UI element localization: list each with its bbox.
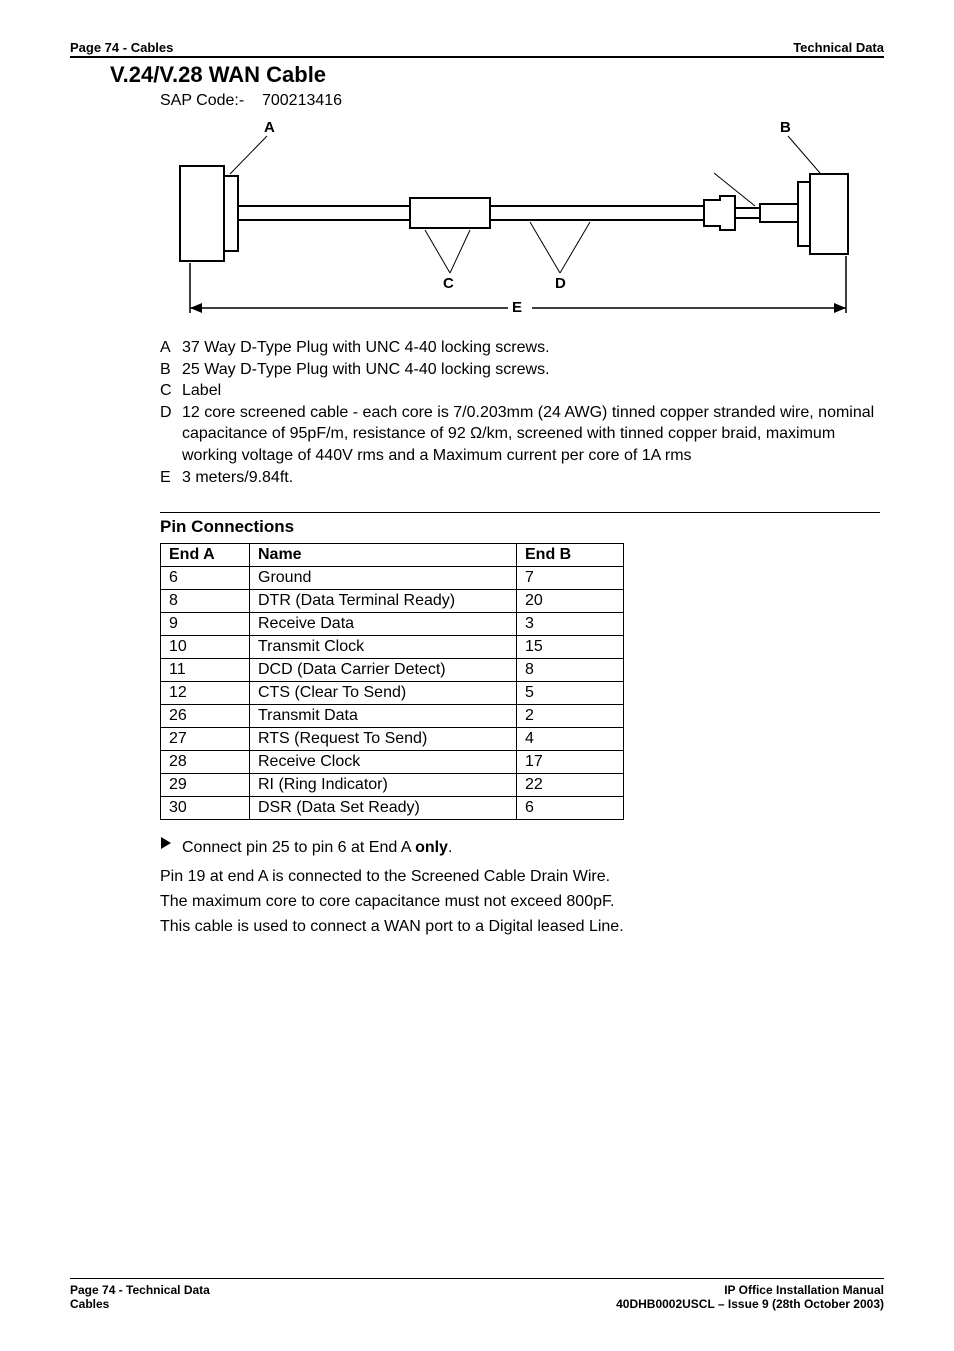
footer-left: Page 74 - Technical Data Cables — [70, 1283, 210, 1311]
header-left: Page 74 - Cables — [70, 40, 173, 55]
cable-diagram: A B C D — [160, 118, 880, 323]
table-row: 6Ground7 — [161, 567, 624, 590]
page-header: Page 74 - Cables Technical Data — [70, 40, 884, 58]
table-row: 8DTR (Data Terminal Ready)20 — [161, 590, 624, 613]
table-row: 28Receive Clock17 — [161, 751, 624, 774]
notes-block: Connect pin 25 to pin 6 at End A only. P… — [160, 836, 880, 939]
legend-list: A 37 Way D-Type Plug with UNC 4-40 locki… — [160, 337, 880, 488]
footer-left-line1: Page 74 - Technical Data — [70, 1283, 210, 1297]
pin-connections-table: End A Name End B 6Ground7 8DTR (Data Ter… — [160, 543, 624, 820]
footer-right-line1: IP Office Installation Manual — [616, 1283, 884, 1297]
legend-text: 12 core screened cable - each core is 7/… — [182, 402, 880, 467]
legend-letter: B — [160, 359, 182, 381]
diagram-label-d: D — [555, 275, 566, 292]
footer-left-line2: Cables — [70, 1297, 210, 1311]
legend-text: 37 Way D-Type Plug with UNC 4-40 locking… — [182, 337, 880, 359]
page-footer: Page 74 - Technical Data Cables IP Offic… — [70, 1278, 884, 1311]
legend-letter: A — [160, 337, 182, 359]
sap-label: SAP Code:- — [160, 92, 244, 109]
legend-text: Label — [182, 380, 880, 402]
legend-item-a: A 37 Way D-Type Plug with UNC 4-40 locki… — [160, 337, 880, 359]
col-name: Name — [250, 544, 517, 567]
table-row: 10Transmit Clock15 — [161, 636, 624, 659]
table-row: 30DSR (Data Set Ready)6 — [161, 797, 624, 820]
note-bullet: Connect pin 25 to pin 6 at End A only. — [160, 836, 880, 861]
legend-text: 25 Way D-Type Plug with UNC 4-40 locking… — [182, 359, 880, 381]
note-line: The maximum core to core capacitance mus… — [160, 890, 880, 915]
header-right: Technical Data — [793, 40, 884, 55]
sap-value: 700213416 — [262, 92, 342, 109]
legend-item-c: C Label — [160, 380, 880, 402]
sap-code-line: SAP Code:- 700213416 — [160, 92, 884, 110]
footer-right-line2: 40DHB0002USCL – Issue 9 (28th October 20… — [616, 1297, 884, 1311]
section-rule — [160, 512, 880, 513]
legend-letter: D — [160, 402, 182, 467]
legend-letter: E — [160, 467, 182, 489]
diagram-label-a: A — [264, 119, 275, 136]
footer-right: IP Office Installation Manual 40DHB0002U… — [616, 1283, 884, 1311]
table-row: 29RI (Ring Indicator)22 — [161, 774, 624, 797]
legend-item-d: D 12 core screened cable - each core is … — [160, 402, 880, 467]
col-end-b: End B — [517, 544, 624, 567]
note-bullet-text: Connect pin 25 to pin 6 at End A only. — [182, 836, 452, 861]
legend-item-e: E 3 meters/9.84ft. — [160, 467, 880, 489]
page-title: V.24/V.28 WAN Cable — [110, 62, 884, 88]
table-row: 9Receive Data3 — [161, 613, 624, 636]
table-row: 27RTS (Request To Send)4 — [161, 728, 624, 751]
diagram-label-c: C — [443, 275, 454, 292]
legend-letter: C — [160, 380, 182, 402]
legend-item-b: B 25 Way D-Type Plug with UNC 4-40 locki… — [160, 359, 880, 381]
note-line: Pin 19 at end A is connected to the Scre… — [160, 865, 880, 890]
triangle-bullet-icon — [160, 836, 172, 857]
legend-text: 3 meters/9.84ft. — [182, 467, 880, 489]
col-end-a: End A — [161, 544, 250, 567]
table-row: 11DCD (Data Carrier Detect)8 — [161, 659, 624, 682]
table-row: 26Transmit Data2 — [161, 705, 624, 728]
diagram-label-b: B — [780, 119, 791, 136]
note-line: This cable is used to connect a WAN port… — [160, 915, 880, 940]
diagram-label-e: E — [512, 299, 522, 316]
table-row: 12CTS (Clear To Send)5 — [161, 682, 624, 705]
table-header-row: End A Name End B — [161, 544, 624, 567]
pin-connections-heading: Pin Connections — [160, 517, 884, 537]
